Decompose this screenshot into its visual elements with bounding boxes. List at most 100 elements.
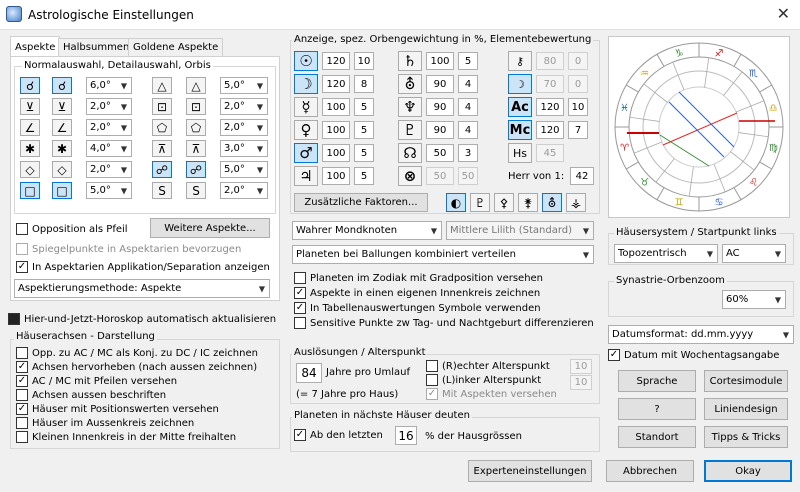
house-axis-checkbox[interactable]: Kleinen Innenkreis in der Mitte freihalt… [16,431,236,443]
planet-toggle[interactable]: ☽ [508,74,532,94]
orb-percent-input[interactable]: 100 [426,52,454,70]
orb-select[interactable]: 5,0° ▼ [220,77,268,94]
expert-settings-button[interactable]: Experteneinstellungen [468,460,592,482]
close-icon[interactable]: ✕ [777,4,790,23]
aspect-method-select[interactable]: Aspektierungsmethode: Aspekte ▼ [14,279,270,298]
display-option-checkbox[interactable]: ✓ In Tabellenauswertungen Symbole verwend… [294,302,541,314]
element-weight-input[interactable]: 4 [458,121,478,139]
orb-select[interactable]: 2,0° ▼ [220,98,268,115]
element-weight-input[interactable]: 5 [354,167,374,185]
extra-factor-icon[interactable]: ◐ [446,193,466,212]
aspect-toggle-detail[interactable]: △ [186,77,206,94]
planet-toggle[interactable]: Mc [508,120,532,140]
aspect-toggle-detail[interactable]: ⊻ [52,98,72,115]
date-format-select[interactable]: Datumsformat: dd.mm.yyyy ▼ [608,325,794,344]
display-option-checkbox[interactable]: Sensitive Punkte zw Tag- und Nachtgeburt… [294,317,594,329]
aspect-toggle-normal[interactable]: ∠ [20,119,40,136]
language-button[interactable]: Sprache [618,370,696,392]
orb-select[interactable]: 6,0° ▼ [86,77,132,94]
next-house-checkbox[interactable]: ✓ Ab den letzten [294,429,383,441]
app-sep-checkbox[interactable]: ✓ In Aspektarien Applikation/Separation a… [16,261,270,273]
aspect-toggle-detail[interactable]: ⊡ [186,98,206,115]
opposition-arrow-checkbox[interactable]: Opposition als Pfeil [16,223,128,235]
aspect-toggle-detail[interactable]: ✱ [52,140,72,157]
planet-toggle[interactable]: ♆ [398,97,422,117]
orb-select[interactable]: 5,0° ▼ [220,161,268,178]
aspect-toggle-normal[interactable]: ⊻ [20,98,40,115]
orb-select[interactable]: 5,0° ▼ [86,182,132,199]
element-weight-input[interactable]: 7 [568,121,588,139]
orb-percent-input[interactable]: 100 [322,144,350,162]
orb-percent-input[interactable]: 120 [322,52,350,70]
planet-toggle[interactable]: ☽ [294,74,318,94]
planet-toggle[interactable]: ☿ [294,97,318,117]
planet-toggle[interactable]: ⛢ [398,74,422,94]
aspect-toggle-normal[interactable]: △ [152,77,172,94]
planet-toggle[interactable]: ♇ [398,120,422,140]
tips-button[interactable]: Tipps & Tricks [704,426,788,448]
aspect-toggle-normal[interactable]: □ [20,182,40,199]
tab-goldene-aspekte[interactable]: Goldene Aspekte [128,38,224,56]
aspect-toggle-detail[interactable]: □ [52,182,72,199]
orb-percent-input[interactable]: 90 [426,98,454,116]
planet-toggle[interactable]: Hs [508,143,532,163]
element-weight-input[interactable]: 4 [458,75,478,93]
aspect-toggle-normal[interactable]: ◇ [20,161,40,178]
cancel-button[interactable]: Abbrechen [606,460,694,482]
extra-factor-icon[interactable]: ⚴ [494,193,514,212]
element-weight-input[interactable]: 8 [354,75,374,93]
aspect-toggle-detail[interactable]: ⬠ [186,119,206,136]
ok-button[interactable]: Okay [704,460,792,482]
line-design-button[interactable]: Liniendesign [704,398,788,420]
extra-factor-icon[interactable]: ♇ [470,193,490,212]
house-axis-checkbox[interactable]: ✓ Häuser mit Positionswerten versehen [16,403,219,415]
auto-update-checkbox[interactable]: Hier-und-Jetzt-Horoskop automatisch aktu… [8,313,276,325]
planet-toggle[interactable]: Ac [508,97,532,117]
orb-select[interactable]: 4,0° ▼ [86,140,132,157]
extra-factors-button[interactable]: Zusätzliche Faktoren... [294,193,428,212]
element-weight-input[interactable]: 10 [354,52,374,70]
planet-toggle[interactable]: ♀ [294,120,318,140]
orb-select[interactable]: 2,0° ▼ [220,182,268,199]
element-weight-input[interactable]: 5 [354,98,374,116]
orb-percent-input[interactable]: 90 [426,75,454,93]
planet-toggle[interactable]: ♂ [294,143,318,163]
orb-select[interactable]: 2,0° ▼ [86,98,132,115]
orb-percent-input[interactable]: 120 [322,75,350,93]
orb-percent-input[interactable]: 100 [322,121,350,139]
element-weight-input[interactable]: 10 [568,98,588,116]
planet-toggle[interactable]: ☉ [294,51,318,71]
aspect-toggle-normal[interactable]: ⬠ [152,119,172,136]
orb-select[interactable]: 2,0° ▼ [86,161,132,178]
aspect-toggle-detail[interactable]: ∠ [52,119,72,136]
aspect-toggle-detail[interactable]: ⊼ [186,140,206,157]
element-weight-input[interactable]: 4 [458,98,478,116]
next-house-value[interactable]: 16 [395,426,417,445]
moon-node-select[interactable]: Wahrer Mondknoten ▼ [292,221,442,240]
aspect-toggle-normal[interactable]: S [152,182,172,199]
help-button[interactable]: ? [618,398,696,420]
aspect-toggle-detail[interactable]: ☌ [52,77,72,94]
element-weight-input[interactable]: 5 [458,52,478,70]
tab-aspekte[interactable]: Aspekte [10,36,61,57]
aspect-toggle-detail[interactable]: S [186,182,206,199]
display-option-checkbox[interactable]: Planeten im Zodiak mit Gradposition vers… [294,272,543,284]
house-axis-checkbox[interactable]: Opp. zu AC / MC als Konj. zu DC / IC zei… [16,347,258,359]
planet-toggle[interactable]: ♃ [294,166,318,186]
orb-percent-input[interactable]: 120 [536,98,564,116]
extra-factor-icon[interactable]: ⚵ [518,193,538,212]
extra-factor-icon[interactable]: ⛢ [542,193,562,212]
house-axis-checkbox[interactable]: ✓ AC / MC mit Pfeilen versehen [16,375,177,387]
orb-percent-input[interactable]: 100 [322,98,350,116]
location-button[interactable]: Standort [618,426,696,448]
cortesi-button[interactable]: Cortesimodule [704,370,788,392]
orb-select[interactable]: 2,0° ▼ [86,119,132,136]
house-axis-checkbox[interactable]: Häuser im Aussenkreis zeichnen [16,417,194,429]
element-weight-input[interactable]: 3 [458,144,478,162]
aspect-toggle-normal[interactable]: ✱ [20,140,40,157]
orb-percent-input[interactable]: 90 [426,121,454,139]
extra-factor-icon[interactable]: ⚶ [566,193,586,212]
orb-select[interactable]: 3,0° ▼ [220,140,268,157]
planet-toggle[interactable]: ⊗ [398,166,422,186]
aspect-toggle-detail[interactable]: ◇ [52,161,72,178]
